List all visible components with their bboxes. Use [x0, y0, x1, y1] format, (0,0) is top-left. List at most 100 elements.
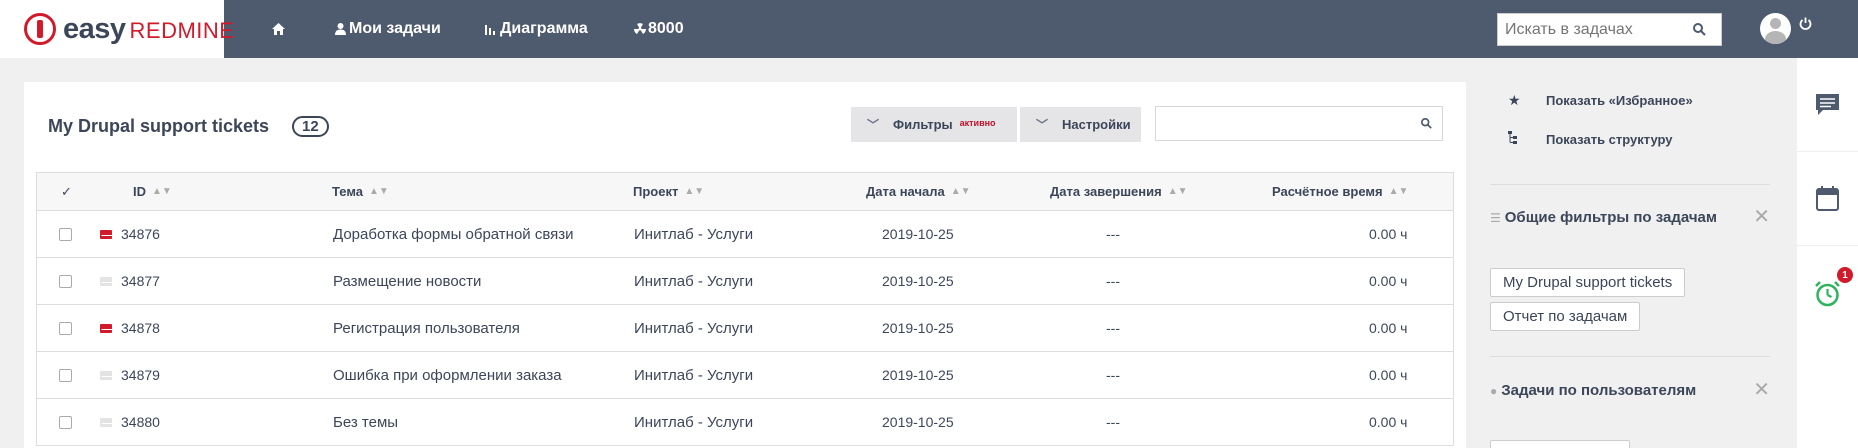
row-checkbox[interactable]	[59, 321, 72, 335]
issue-start-date: 2019-10-25	[882, 320, 954, 336]
settings-button[interactable]: ﹀ Настройки	[1020, 107, 1141, 142]
table-header-row: ✓ ID ▲▼ Тема ▲▼ Проект ▲▼ Дата начала ▲▼ Дат…	[37, 173, 1453, 211]
issue-start-date: 2019-10-25	[882, 226, 954, 242]
nav-counter[interactable]: 8000	[634, 0, 684, 58]
issue-subject[interactable]: Ошибка при оформлении заказа	[333, 352, 562, 398]
show-structure-link[interactable]: Показать структуру	[1490, 131, 1673, 147]
table-row[interactable]: 34878 Регистрация пользователя Инитлаб - У…	[37, 305, 1453, 352]
logo-mark-icon	[24, 13, 56, 45]
issue-subject[interactable]: Без темы	[333, 399, 398, 445]
sort-icon: ▲▼	[950, 186, 971, 197]
home-icon	[272, 23, 285, 35]
issue-estimated-time: 0.00 ч	[1369, 273, 1408, 289]
chevron-down-icon: ﹀	[867, 118, 880, 132]
issue-id[interactable]: 34876	[121, 211, 160, 257]
column-header-estimated-time[interactable]: Расчётное время ▲▼	[1272, 173, 1408, 210]
tasks-by-users-title: ● Задачи по пользователям	[1490, 382, 1730, 400]
column-header-id[interactable]: ID ▲▼	[133, 173, 172, 210]
filter-pill[interactable]: Отчет по задачам	[1490, 302, 1641, 331]
alarm-clock-icon[interactable]: 1	[1797, 246, 1858, 340]
issue-project[interactable]: Инитлаб - Услуги	[634, 399, 753, 445]
issues-panel: My Drupal support tickets 12 ﹀ Фильтры а…	[24, 82, 1466, 448]
issue-estimated-time: 0.00 ч	[1369, 320, 1408, 336]
table-row[interactable]: 34880 Без темы Инитлаб - Услуги 2019-10-25 -…	[37, 399, 1453, 446]
mail-icon	[100, 276, 113, 286]
issue-subject[interactable]: Размещение новости	[333, 258, 481, 304]
show-favorites-label: Показать «Избранное»	[1546, 93, 1693, 108]
column-header-subject[interactable]: Тема ▲▼	[332, 173, 389, 210]
column-header-id-label: ID	[133, 184, 146, 199]
mail-icon	[100, 370, 113, 380]
right-icon-bar: 1	[1797, 58, 1858, 448]
star-icon: ★	[1508, 92, 1521, 108]
table-row[interactable]: 34876 Доработка формы обратной связи Инитл…	[37, 211, 1453, 258]
divider	[1490, 356, 1770, 357]
radiation-icon	[634, 23, 646, 34]
column-header-start-date[interactable]: Дата начала ▲▼	[866, 173, 971, 210]
row-checkbox[interactable]	[59, 274, 72, 288]
column-header-start-date-label: Дата начала	[866, 184, 945, 199]
issue-project[interactable]: Инитлаб - Услуги	[634, 211, 753, 257]
task-search-input[interactable]	[1498, 20, 1693, 39]
mail-icon	[100, 229, 113, 239]
mail-icon	[100, 417, 113, 427]
row-checkbox[interactable]	[59, 227, 72, 241]
table-body: 34876 Доработка формы обратной связи Инитл…	[37, 211, 1453, 446]
select-all-toggle[interactable]: ✓	[61, 173, 72, 210]
row-checkbox[interactable]	[59, 415, 72, 429]
chevron-down-icon: ﹀	[1036, 118, 1049, 132]
column-header-due-date[interactable]: Дата завершения ▲▼	[1050, 173, 1188, 210]
filters-button[interactable]: ﹀ Фильтры активно	[851, 107, 1017, 142]
issue-subject[interactable]: Регистрация пользователя	[333, 305, 520, 351]
search-icon[interactable]	[1693, 23, 1706, 36]
column-header-estimated-time-label: Расчётное время	[1272, 184, 1383, 199]
nav-my-tasks[interactable]: Мои задачи	[335, 0, 441, 58]
issue-id[interactable]: 34878	[121, 305, 160, 351]
column-header-due-date-label: Дата завершения	[1050, 184, 1162, 199]
home-link[interactable]	[272, 0, 285, 58]
right-sidebar: ★ Показать «Избранное» Показать структур…	[1490, 82, 1770, 448]
table-row[interactable]: 34877 Размещение новости Инитлаб - Услуги 2…	[37, 258, 1453, 305]
sort-icon: ▲▼	[1388, 186, 1409, 197]
row-checkbox[interactable]	[59, 368, 72, 382]
sort-icon: ▲▼	[1167, 186, 1188, 197]
filter-pill[interactable]: My Drupal support tickets	[1490, 268, 1686, 297]
comment-icon[interactable]	[1797, 58, 1858, 152]
close-icon[interactable]: ✕	[1753, 377, 1770, 402]
logo[interactable]: easy REDMINE	[0, 0, 234, 58]
show-favorites-link[interactable]: ★ Показать «Избранное»	[1490, 92, 1693, 109]
logo-word-redmine: REDMINE	[129, 18, 235, 43]
power-icon[interactable]	[1799, 17, 1812, 35]
top-navigation-bar: easy REDMINE Мои задачи Диаграмма 8000	[0, 0, 1858, 58]
issue-id[interactable]: 34880	[121, 399, 160, 445]
close-icon[interactable]: ✕	[1753, 204, 1770, 229]
nav-counter-label: 8000	[648, 20, 684, 37]
issue-project[interactable]: Инитлаб - Услуги	[634, 352, 753, 398]
task-search-box	[1497, 13, 1722, 46]
issues-table: ✓ ID ▲▼ Тема ▲▼ Проект ▲▼ Дата начала ▲▼ Дат…	[36, 172, 1454, 446]
mail-icon	[100, 323, 113, 333]
sort-icon: ▲▼	[684, 186, 705, 197]
column-header-project[interactable]: Проект ▲▼	[633, 173, 704, 210]
table-row[interactable]: 34879 Ошибка при оформлении заказа Инитлаб…	[37, 352, 1453, 399]
avatar[interactable]	[1760, 13, 1791, 44]
calendar-icon[interactable]	[1797, 152, 1858, 246]
show-structure-label: Показать структуру	[1546, 131, 1673, 147]
user-icon	[335, 23, 346, 35]
issue-project[interactable]: Инитлаб - Услуги	[634, 305, 753, 351]
divider	[1490, 184, 1770, 185]
nav-chart-label: Диаграмма	[500, 20, 588, 37]
issue-start-date: 2019-10-25	[882, 414, 954, 430]
sort-icon: ▲▼	[152, 186, 172, 197]
issue-project[interactable]: Инитлаб - Услуги	[634, 258, 753, 304]
issue-id[interactable]: 34879	[121, 352, 160, 398]
column-header-project-label: Проект	[633, 184, 679, 199]
user-pill[interactable]	[1490, 440, 1630, 448]
quick-search-field[interactable]	[1155, 106, 1443, 141]
issue-subject[interactable]: Доработка формы обратной связи	[333, 211, 574, 257]
nav-chart[interactable]: Диаграмма	[485, 0, 588, 58]
sort-icon: ▲▼	[369, 186, 389, 197]
issue-estimated-time: 0.00 ч	[1369, 414, 1408, 430]
nav-my-tasks-label: Мои задачи	[349, 20, 441, 37]
issue-id[interactable]: 34877	[121, 258, 160, 304]
